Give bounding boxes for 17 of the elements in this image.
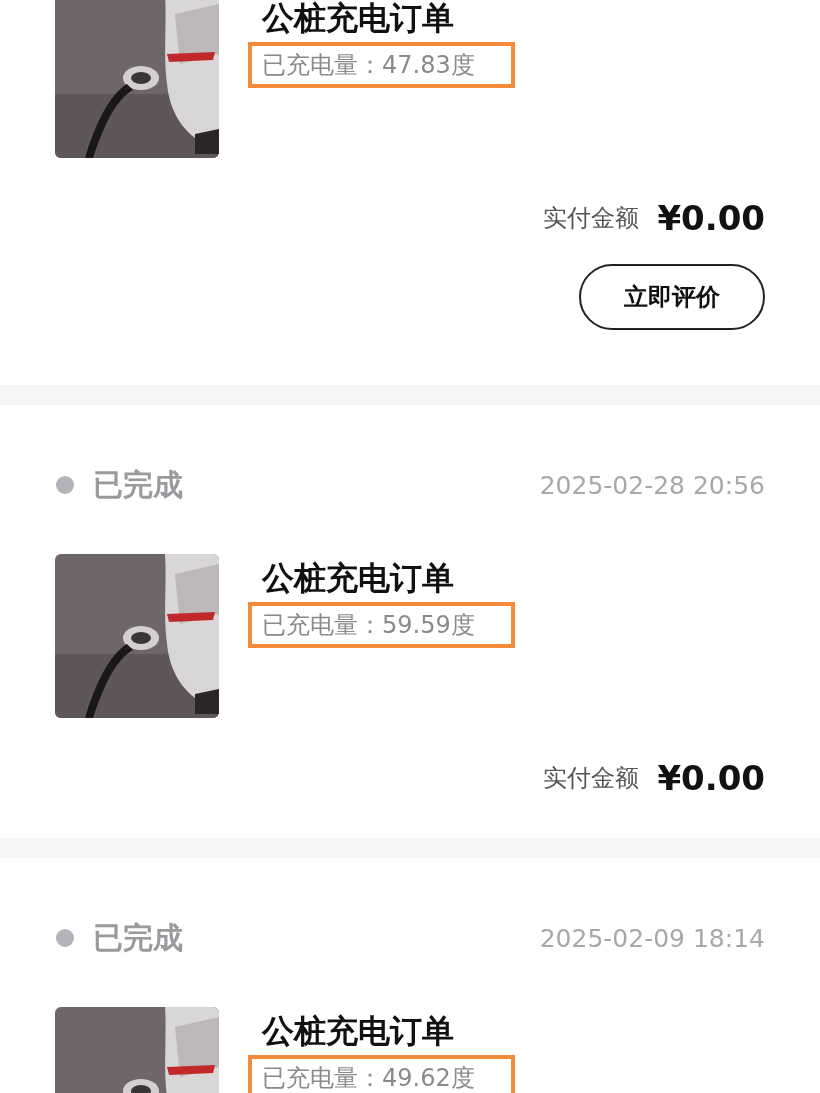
review-button[interactable]: 立即评价 bbox=[579, 264, 765, 330]
order-title: 公桩充电订单 bbox=[260, 1011, 454, 1051]
paid-label: 实付金额 bbox=[543, 763, 640, 794]
status-dot-icon bbox=[56, 476, 74, 494]
order-status: 已完成 bbox=[93, 918, 183, 957]
energy-text: 已充电量：49.62度 bbox=[248, 1055, 515, 1093]
paid-label: 实付金额 bbox=[543, 203, 640, 234]
order-time: 2025-02-09 18:14 bbox=[539, 923, 765, 953]
paid-amount: ¥0.00 bbox=[657, 198, 765, 238]
energy-text: 已充电量：59.59度 bbox=[248, 602, 515, 648]
order-title: 公桩充电订单 bbox=[260, 0, 454, 38]
order-time: 2025-02-28 20:56 bbox=[539, 470, 765, 500]
order-status: 已完成 bbox=[93, 465, 183, 504]
energy-text: 已充电量：47.83度 bbox=[248, 42, 515, 88]
paid-amount: ¥0.00 bbox=[657, 758, 765, 798]
status-dot-icon bbox=[56, 929, 74, 947]
order-title: 公桩充电订单 bbox=[260, 558, 454, 598]
